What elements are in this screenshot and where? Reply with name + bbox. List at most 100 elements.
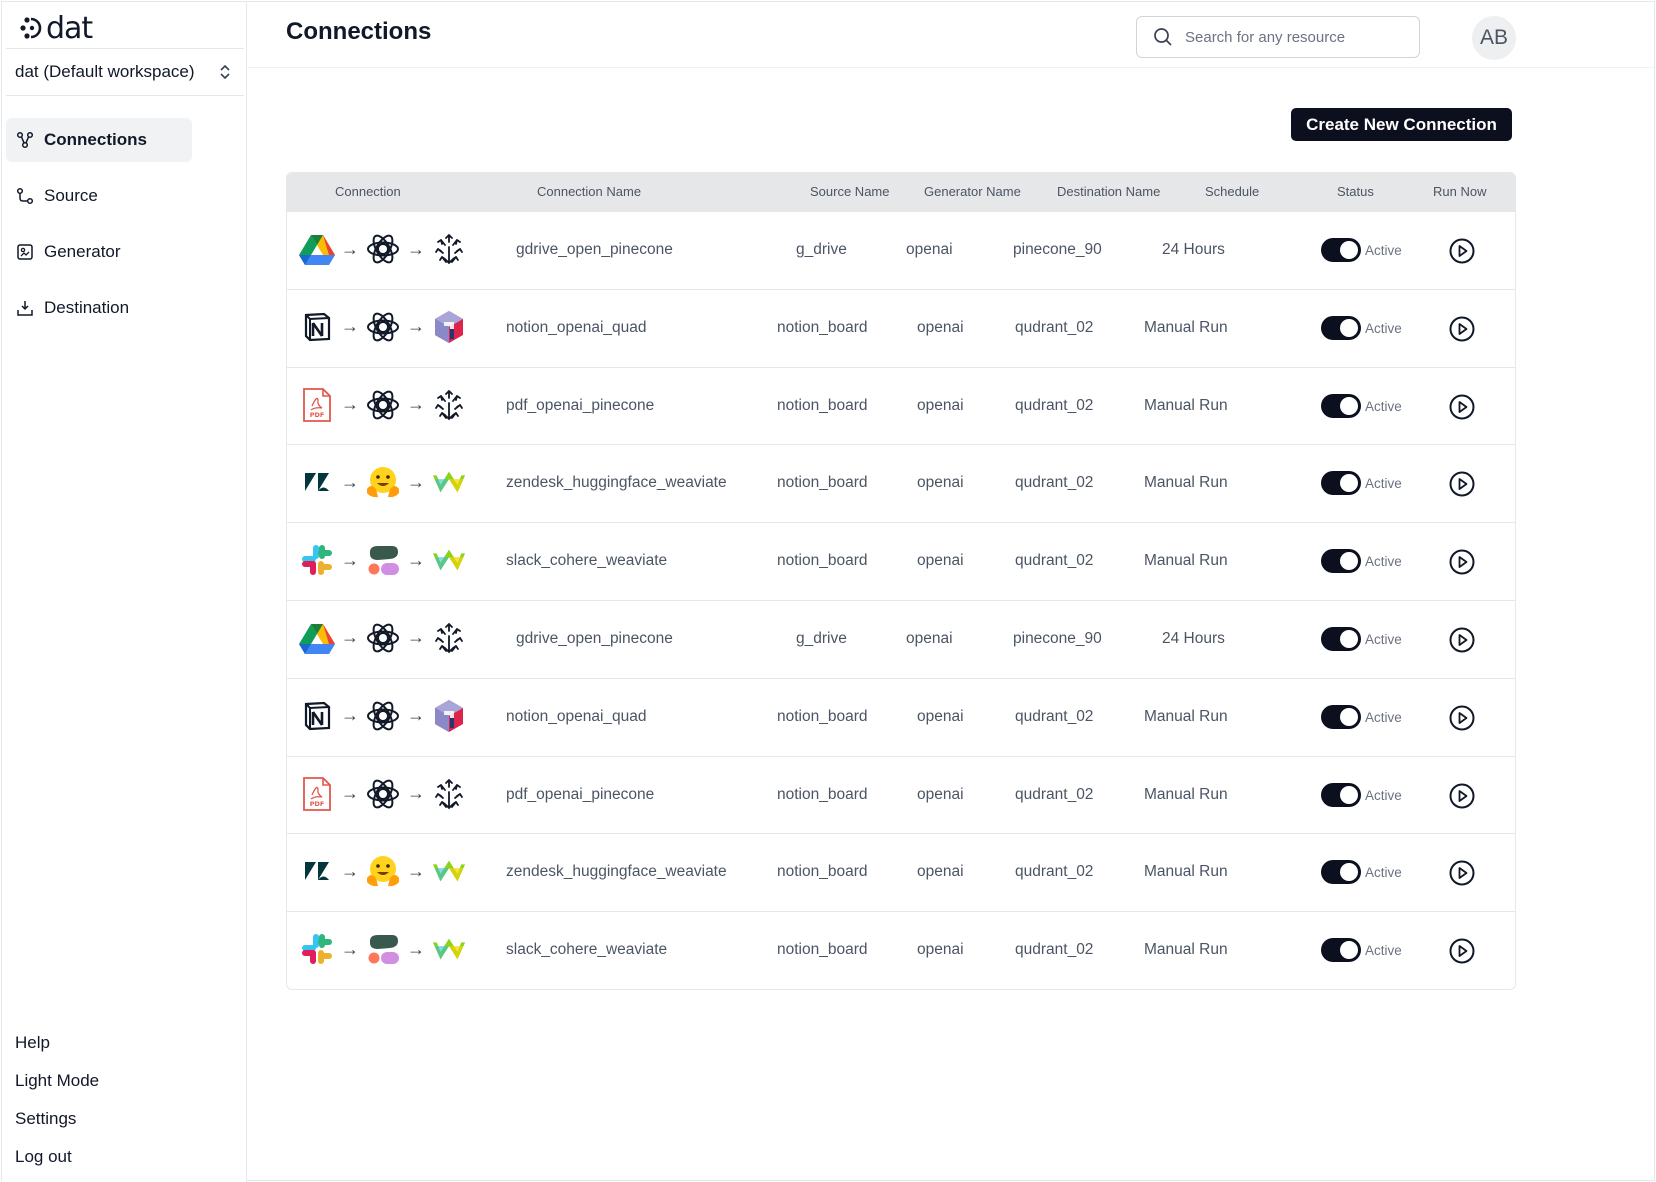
- logout-link[interactable]: Log out: [15, 1142, 99, 1180]
- connection-name[interactable]: gdrive_open_pinecone: [516, 241, 673, 259]
- arrow-right-icon: →: [407, 549, 425, 570]
- schedule: Manual Run: [1144, 785, 1228, 803]
- generator-name: openai: [917, 396, 964, 414]
- status-toggle[interactable]: [1321, 704, 1361, 729]
- arrow-right-icon: →: [341, 860, 359, 881]
- column-header-connection[interactable]: Connection: [335, 184, 401, 199]
- arrow-right-icon: →: [407, 705, 425, 726]
- destination-name: pinecone_90: [1013, 629, 1102, 647]
- google-drive-icon: [299, 620, 335, 656]
- status-toggle[interactable]: [1321, 315, 1361, 340]
- table-row[interactable]: → → slack_cohere_weaviate notion_board op…: [287, 522, 1515, 600]
- schedule: Manual Run: [1144, 474, 1228, 492]
- run-now-button[interactable]: [1449, 549, 1475, 575]
- sidebar: dat dat (Default workspace) Connections: [2, 2, 247, 1182]
- source-name: notion_board: [777, 707, 868, 725]
- openai-icon: [365, 387, 401, 423]
- table-row[interactable]: → → gdrive_open_pinecone g_drive openai p…: [287, 211, 1515, 289]
- table-row[interactable]: → → zendesk_huggingface_weaviate notion_b…: [287, 833, 1515, 911]
- avatar[interactable]: AB: [1472, 16, 1516, 60]
- connection-name[interactable]: zendesk_huggingface_weaviate: [506, 474, 727, 492]
- sidebar-item-source[interactable]: Source: [6, 174, 192, 218]
- run-now-button[interactable]: [1449, 705, 1475, 731]
- connection-name[interactable]: gdrive_open_pinecone: [516, 630, 673, 648]
- search-box[interactable]: [1136, 16, 1420, 58]
- schedule: Manual Run: [1144, 941, 1228, 959]
- status-label: Active: [1365, 631, 1402, 647]
- column-header-connection-name[interactable]: Connection Name: [537, 184, 641, 199]
- generator-icon: [17, 244, 33, 260]
- connection-name[interactable]: pdf_openai_pinecone: [506, 786, 654, 804]
- help-link[interactable]: Help: [15, 1028, 99, 1066]
- table-row[interactable]: → → zendesk_huggingface_weaviate notion_b…: [287, 444, 1515, 522]
- sidebar-item-label: Source: [44, 186, 98, 205]
- run-now-button[interactable]: [1449, 860, 1475, 886]
- sidebar-item-connections[interactable]: Connections: [6, 118, 192, 162]
- status-toggle[interactable]: [1321, 238, 1361, 262]
- connection-name[interactable]: zendesk_huggingface_weaviate: [506, 863, 727, 881]
- status-toggle[interactable]: [1321, 626, 1361, 651]
- sidebar-item-destination[interactable]: Destination: [6, 286, 192, 330]
- destination-name: qudrant_02: [1015, 785, 1094, 803]
- connection-name[interactable]: slack_cohere_weaviate: [506, 941, 667, 959]
- connection-name[interactable]: slack_cohere_weaviate: [506, 552, 667, 570]
- schedule: 24 Hours: [1162, 629, 1225, 647]
- run-now-button[interactable]: [1449, 394, 1475, 420]
- table-row[interactable]: PDF → → pdf_openai_pinecone notion_board o…: [287, 755, 1515, 834]
- column-header-destination-name[interactable]: Destination Name: [1057, 184, 1160, 199]
- create-connection-button[interactable]: Create New Connection: [1291, 108, 1512, 141]
- status-toggle[interactable]: [1321, 938, 1361, 963]
- status-toggle[interactable]: [1321, 549, 1361, 574]
- table-row[interactable]: → → gdrive_open_pinecone g_drive openai p…: [287, 599, 1515, 678]
- column-header-run-now[interactable]: Run Now: [1433, 184, 1486, 199]
- connection-icons: PDF → →: [299, 776, 467, 812]
- status-toggle[interactable]: [1321, 471, 1361, 496]
- run-now-button[interactable]: [1449, 471, 1475, 497]
- connection-name[interactable]: pdf_openai_pinecone: [506, 397, 654, 415]
- sidebar-item-generator[interactable]: Generator: [6, 230, 192, 274]
- openai-icon: [365, 620, 401, 656]
- destination-name: qudrant_02: [1015, 552, 1094, 570]
- table-row[interactable]: → → notion_openai_quad notion_board opena…: [287, 288, 1515, 367]
- run-now-button[interactable]: [1449, 783, 1475, 809]
- run-now-button[interactable]: [1449, 627, 1475, 653]
- table-row[interactable]: → → slack_cohere_weaviate notion_board op…: [287, 911, 1515, 989]
- generator-name: openai: [917, 318, 964, 336]
- schedule: Manual Run: [1144, 863, 1228, 881]
- arrow-right-icon: →: [341, 549, 359, 570]
- column-header-schedule[interactable]: Schedule: [1205, 184, 1259, 199]
- source-name: g_drive: [796, 629, 847, 647]
- destination-name: qudrant_02: [1015, 863, 1094, 881]
- huggingface-icon: [365, 853, 401, 889]
- schedule: Manual Run: [1144, 707, 1228, 725]
- chevron-up-down-icon: [220, 64, 230, 80]
- run-now-button[interactable]: [1449, 316, 1475, 342]
- status-toggle[interactable]: [1321, 782, 1361, 807]
- arrow-right-icon: →: [341, 938, 359, 959]
- column-header-source-name[interactable]: Source Name: [810, 184, 889, 199]
- arrow-right-icon: →: [407, 316, 425, 337]
- run-now-button[interactable]: [1449, 938, 1475, 964]
- qdrant-icon: [431, 698, 467, 734]
- column-header-status[interactable]: Status: [1337, 184, 1374, 199]
- workspace-selector[interactable]: dat (Default workspace): [6, 48, 244, 96]
- status-toggle[interactable]: [1321, 393, 1361, 418]
- schedule: 24 Hours: [1162, 241, 1225, 258]
- source-name: notion_board: [777, 396, 868, 414]
- source-name: notion_board: [777, 318, 868, 336]
- weaviate-icon: [431, 464, 467, 500]
- source-icon: [16, 187, 34, 205]
- table-row[interactable]: → → notion_openai_quad notion_board opena…: [287, 677, 1515, 756]
- column-header-generator-name[interactable]: Generator Name: [924, 184, 1021, 199]
- status-label: Active: [1365, 320, 1402, 336]
- connection-name[interactable]: notion_openai_quad: [506, 319, 647, 337]
- play-icon: [1449, 860, 1475, 890]
- status-toggle[interactable]: [1321, 860, 1361, 885]
- settings-link[interactable]: Settings: [15, 1104, 99, 1142]
- connection-name[interactable]: notion_openai_quad: [506, 708, 647, 726]
- run-now-button[interactable]: [1449, 238, 1475, 264]
- generator-name: openai: [917, 707, 964, 725]
- search-input[interactable]: [1185, 28, 1395, 46]
- table-row[interactable]: PDF → → pdf_openai_pinecone notion_board o…: [287, 366, 1515, 445]
- light-mode-link[interactable]: Light Mode: [15, 1066, 99, 1104]
